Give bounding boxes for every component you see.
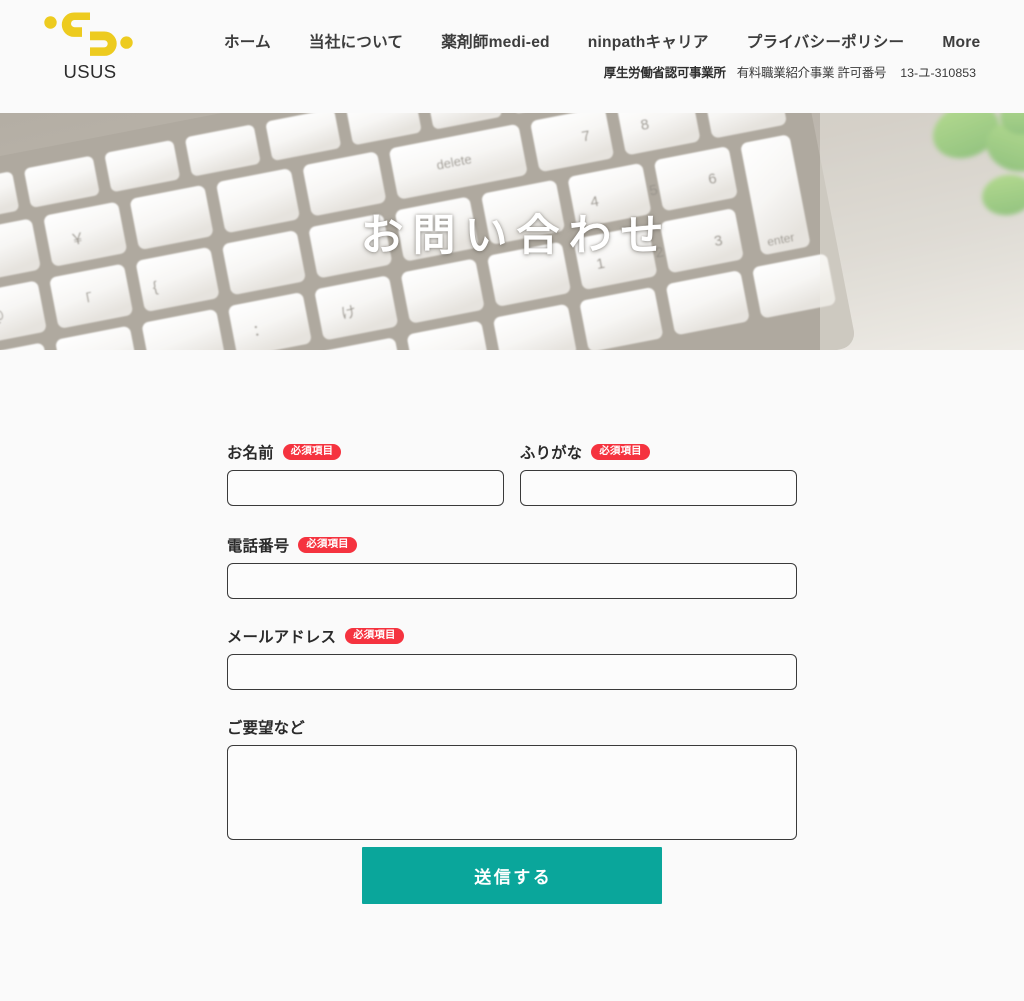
- nav-home[interactable]: ホーム: [224, 30, 271, 52]
- field-label-name: お名前 必須項目: [227, 442, 504, 462]
- field-label-text-message: ご要望など: [227, 720, 305, 737]
- input-message[interactable]: [227, 745, 797, 840]
- hero-banner: 0 ほ へ ￥ delete P せ ＠ 「 7 8 4 5 6 1 2 3 e…: [0, 113, 1024, 350]
- svg-text:け: け: [340, 303, 358, 323]
- required-badge-furigana: 必須項目: [591, 444, 650, 460]
- field-message: ご要望など: [227, 717, 797, 840]
- site-header: USUS ホーム 当社について 薬剤師medi-ed ninpathキャリア プ…: [0, 0, 1024, 113]
- license-authority: 厚生労働省認可事業所: [603, 66, 726, 80]
- logo-wordmark: USUS: [63, 61, 117, 82]
- license-notice: 厚生労働省認可事業所 有料職業紹介事業 許可番号 13-ユ-310853: [604, 63, 976, 81]
- site-logo[interactable]: USUS: [38, 6, 142, 92]
- input-phone[interactable]: [227, 563, 797, 599]
- input-furigana[interactable]: [520, 470, 797, 506]
- field-label-text-phone: 電話番号: [227, 538, 290, 555]
- form-row-name: お名前 必須項目 ふりがな 必須項目: [227, 442, 797, 506]
- svg-text:：: ：: [251, 320, 269, 340]
- input-name[interactable]: [227, 470, 504, 506]
- field-phone: 電話番号 必須項目: [227, 535, 797, 599]
- input-email[interactable]: [227, 654, 797, 690]
- submit-button[interactable]: 送信する: [362, 847, 662, 904]
- field-label-email: メールアドレス 必須項目: [227, 626, 797, 646]
- contact-form: お名前 必須項目 ふりがな 必須項目 電話番号 必須項目 メールアドレス 必須項…: [227, 442, 797, 840]
- main-navigation: ホーム 当社について 薬剤師medi-ed ninpathキャリア プライバシー…: [224, 30, 980, 52]
- field-label-text-furigana: ふりがな: [520, 445, 583, 462]
- required-badge-name: 必須項目: [282, 444, 342, 460]
- field-furigana: ふりがな 必須項目: [520, 442, 797, 506]
- license-service: 有料職業紹介事業 許可番号: [736, 66, 887, 80]
- license-number: 13-ユ-310853: [900, 66, 976, 80]
- nav-ninpath-career[interactable]: ninpathキャリア: [588, 30, 709, 52]
- field-label-text-name: お名前: [227, 445, 274, 462]
- svg-text:「: 「: [77, 291, 95, 311]
- page-title: お問い合わせ: [360, 211, 673, 260]
- field-email: メールアドレス 必須項目: [227, 626, 797, 690]
- submit-row: 送信する: [0, 847, 1024, 904]
- nav-more[interactable]: More: [942, 34, 980, 52]
- field-label-furigana: ふりがな 必須項目: [520, 442, 797, 462]
- nav-privacy-policy[interactable]: プライバシーポリシー: [747, 30, 905, 52]
- nav-medi-ed[interactable]: 薬剤師medi-ed: [441, 30, 550, 52]
- nav-about[interactable]: 当社について: [309, 30, 403, 52]
- field-label-text-email: メールアドレス: [227, 629, 337, 646]
- usus-logo-mark-icon: [38, 6, 142, 64]
- contact-form-section: お名前 必須項目 ふりがな 必須項目 電話番号 必須項目 メールアドレス 必須項…: [0, 350, 1024, 1001]
- field-label-phone: 電話番号 必須項目: [227, 535, 797, 555]
- required-badge-email: 必須項目: [345, 628, 404, 644]
- field-name: お名前 必須項目: [227, 442, 504, 506]
- required-badge-phone: 必須項目: [298, 537, 357, 553]
- field-label-message: ご要望など: [227, 717, 797, 737]
